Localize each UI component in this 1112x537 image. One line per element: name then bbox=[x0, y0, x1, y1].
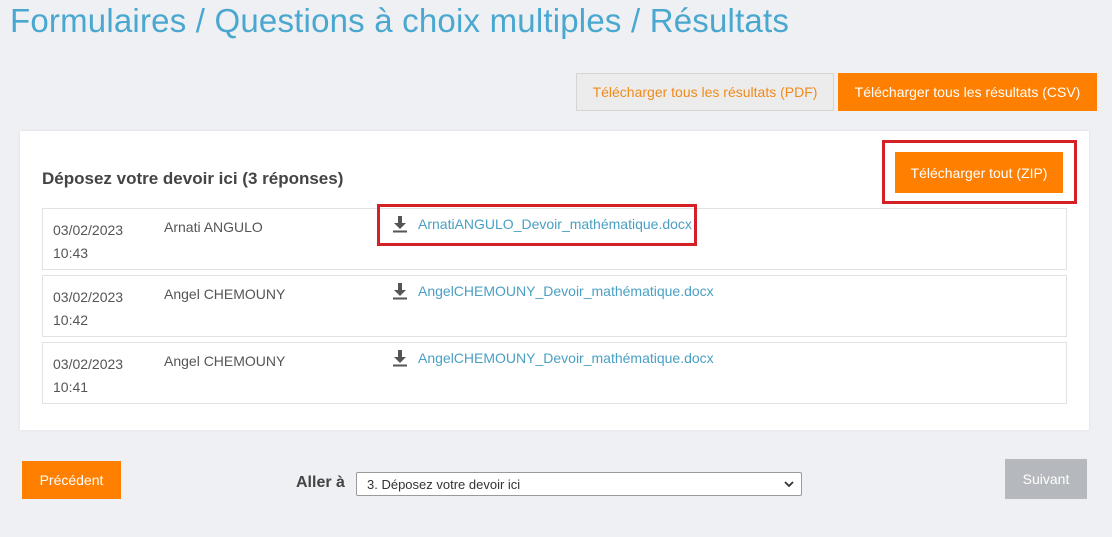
download-all-zip-button[interactable]: Télécharger tout (ZIP) bbox=[895, 152, 1063, 193]
response-datetime: 03/02/2023 10:43 bbox=[53, 219, 123, 265]
question-title: Déposez votre devoir ici (3 réponses) bbox=[42, 169, 344, 188]
download-all-csv-button[interactable]: Télécharger tous les résultats (CSV) bbox=[838, 73, 1097, 111]
file-name[interactable]: AngelCHEMOUNY_Devoir_mathématique.docx bbox=[418, 350, 714, 366]
download-icon bbox=[393, 350, 407, 367]
response-datetime: 03/02/2023 10:42 bbox=[53, 286, 123, 332]
response-time: 10:41 bbox=[53, 379, 89, 395]
respondent-name: Arnati ANGULO bbox=[164, 219, 263, 235]
response-datetime: 03/02/2023 10:41 bbox=[53, 353, 123, 399]
file-name[interactable]: AngelCHEMOUNY_Devoir_mathématique.docx bbox=[418, 283, 714, 299]
next-button[interactable]: Suivant bbox=[1005, 459, 1087, 499]
response-date: 03/02/2023 bbox=[53, 222, 124, 238]
response-date: 03/02/2023 bbox=[53, 356, 124, 372]
chevron-down-icon bbox=[784, 481, 794, 488]
response-row: 03/02/2023 10:41 Angel CHEMOUNY AngelCHE… bbox=[42, 342, 1067, 404]
file-highlight-box bbox=[377, 204, 697, 246]
download-all-pdf-button[interactable]: Télécharger tous les résultats (PDF) bbox=[576, 73, 834, 111]
response-time: 10:42 bbox=[53, 312, 89, 328]
goto-label: Aller à bbox=[296, 474, 345, 491]
response-row: 03/02/2023 10:42 Angel CHEMOUNY AngelCHE… bbox=[42, 275, 1067, 337]
goto-selected-value: 3. Déposez votre devoir ici bbox=[367, 476, 521, 492]
response-time: 10:43 bbox=[53, 245, 89, 261]
file-download-link[interactable]: AngelCHEMOUNY_Devoir_mathématique.docx bbox=[391, 282, 714, 300]
respondent-name: Angel CHEMOUNY bbox=[164, 286, 286, 302]
download-icon bbox=[393, 283, 407, 300]
results-card: Déposez votre devoir ici (3 réponses) Té… bbox=[20, 131, 1089, 430]
respondent-name: Angel CHEMOUNY bbox=[164, 353, 286, 369]
previous-button[interactable]: Précédent bbox=[22, 461, 121, 499]
goto-select[interactable]: 3. Déposez votre devoir ici bbox=[356, 472, 802, 496]
file-download-link[interactable]: AngelCHEMOUNY_Devoir_mathématique.docx bbox=[391, 349, 714, 367]
page-title: Formulaires / Questions à choix multiple… bbox=[10, 2, 790, 39]
response-date: 03/02/2023 bbox=[53, 289, 124, 305]
